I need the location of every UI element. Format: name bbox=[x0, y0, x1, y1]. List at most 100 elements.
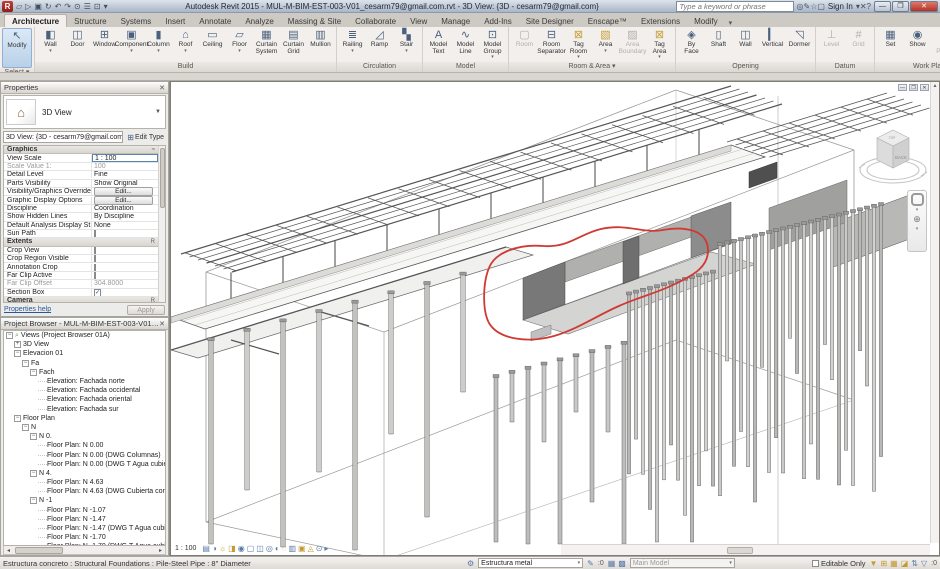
dropdown-arrow-icon[interactable]: ▾ bbox=[658, 55, 661, 59]
tab-analyze[interactable]: Analyze bbox=[238, 15, 280, 27]
dropdown-arrow-icon[interactable]: ▾ bbox=[130, 49, 133, 53]
tree-item-elevation-fachada-norte[interactable]: Elevation: Fachada norte bbox=[4, 377, 165, 386]
tab-insert[interactable]: Insert bbox=[158, 15, 192, 27]
collapse-icon[interactable]: − bbox=[30, 369, 37, 376]
tab-site-designer[interactable]: Site Designer bbox=[519, 15, 581, 27]
property-value[interactable] bbox=[92, 264, 158, 271]
door-button[interactable]: ◫Door bbox=[64, 28, 91, 49]
dropdown-arrow-icon[interactable]: ▾ bbox=[157, 49, 160, 53]
property-row-view-scale[interactable]: View Scale1 : 100 bbox=[4, 154, 158, 162]
component-button[interactable]: ▣Component▾ bbox=[118, 28, 145, 53]
view-close-button[interactable]: ✕ bbox=[920, 84, 929, 91]
switch-windows-icon[interactable]: ⊡ bbox=[93, 1, 102, 12]
property-value[interactable]: 100 bbox=[92, 163, 158, 170]
expand-icon[interactable]: + bbox=[14, 341, 21, 348]
tab-view[interactable]: View bbox=[403, 15, 434, 27]
property-row-sun-path[interactable]: Sun Path bbox=[4, 230, 158, 238]
collapse-icon[interactable]: − bbox=[22, 360, 29, 367]
restore-button[interactable]: ❐ bbox=[892, 1, 909, 12]
properties-scrollbar[interactable] bbox=[158, 146, 165, 302]
press-drag-icon[interactable]: ▼ bbox=[870, 559, 878, 568]
shaft-button[interactable]: ▯Shaft bbox=[705, 28, 732, 49]
thin-lines-icon[interactable]: ☰ bbox=[83, 1, 92, 12]
canvas-horizontal-scrollbar[interactable] bbox=[561, 544, 930, 555]
tree-item-fa[interactable]: −Fa bbox=[4, 359, 165, 368]
collapse-icon[interactable]: − bbox=[30, 433, 37, 440]
dropdown-arrow-icon[interactable]: ▾ bbox=[351, 49, 354, 53]
editable-only-checkbox[interactable] bbox=[812, 560, 819, 567]
property-checkbox[interactable] bbox=[94, 255, 96, 262]
temporary-hide-isolate-icon[interactable]: ◐ bbox=[275, 544, 280, 554]
set-button[interactable]: ▦Set bbox=[877, 28, 904, 49]
property-value[interactable]: 1 : 100 bbox=[92, 154, 158, 162]
ribbon-display-toggle-icon[interactable]: ▾ bbox=[729, 19, 733, 27]
property-row-scale-value-1-[interactable]: Scale Value 1:100 bbox=[4, 163, 158, 171]
tab-extensions[interactable]: Extensions bbox=[634, 15, 687, 27]
gray-inactive-icon[interactable]: ▩ bbox=[618, 559, 626, 568]
temporary-view-properties-icon[interactable]: ▣ bbox=[298, 544, 306, 554]
dropdown-arrow-icon[interactable]: ▾ bbox=[491, 55, 494, 59]
zoom-icon[interactable]: ⊕ bbox=[913, 214, 921, 225]
property-row-discipline[interactable]: DisciplineCoordination bbox=[4, 205, 158, 213]
property-value[interactable]: ✓ bbox=[92, 289, 158, 296]
tree-item-floor-plan-n-4-63[interactable]: Floor Plan: N 4.63 bbox=[4, 478, 165, 487]
drawing-area[interactable]: TOPBACK —❐✕ ▴ ▾ ⊕ ▾ 1 : 100 ▤◑☼◨◉▢◫◎◐◌▥▣… bbox=[170, 81, 940, 556]
sign-in-button[interactable]: Sign In bbox=[828, 2, 853, 11]
open-file-icon[interactable]: ▷ bbox=[24, 1, 32, 12]
property-row-graphic-display-options[interactable]: Graphic Display OptionsEdit... bbox=[4, 196, 158, 204]
dropdown-arrow-icon[interactable]: ▾ bbox=[184, 49, 187, 53]
type-selector[interactable]: ⌂ 3D View ▼ bbox=[3, 95, 166, 129]
worksets-dialog-icon[interactable]: ▦ bbox=[608, 559, 616, 568]
minimize-button[interactable]: — bbox=[874, 1, 891, 12]
steering-wheel-icon[interactable] bbox=[911, 193, 924, 206]
rendering-dialog-icon[interactable]: ◉ bbox=[238, 544, 245, 554]
collapse-icon[interactable]: − bbox=[6, 332, 13, 339]
collapse-icon[interactable]: − bbox=[22, 424, 29, 431]
sign-in-icon[interactable]: ▢ bbox=[817, 2, 825, 11]
filter-icon[interactable]: ▽ bbox=[921, 559, 927, 568]
edit-pinned-icon[interactable]: ▦ bbox=[890, 559, 898, 568]
design-option-selector[interactable]: Main Model▾ bbox=[630, 558, 735, 568]
property-value[interactable]: Show Original bbox=[92, 180, 158, 187]
exclude-options-icon[interactable]: ⊞ bbox=[880, 559, 887, 568]
dropdown-arrow-icon[interactable]: ▾ bbox=[238, 49, 241, 53]
tab-enscape-[interactable]: Enscape™ bbox=[581, 15, 634, 27]
shadows-icon[interactable]: ◨ bbox=[228, 544, 236, 554]
help-icon[interactable]: ? bbox=[867, 2, 871, 11]
ceiling-button[interactable]: ▭Ceiling bbox=[199, 28, 226, 49]
roof-button[interactable]: ⌂Roof▾ bbox=[172, 28, 199, 53]
measure-icon[interactable]: ⊙ bbox=[73, 1, 82, 12]
modify-button[interactable]: ↖Modify bbox=[2, 28, 32, 68]
tree-item-elevation-fachada-occidental[interactable]: Elevation: Fachada occidental bbox=[4, 386, 165, 395]
help-search-input[interactable] bbox=[676, 1, 794, 12]
project-browser-close-icon[interactable]: ✕ bbox=[159, 320, 165, 328]
tree-item-floor-plan-n-1-47[interactable]: Floor Plan: N -1.47 bbox=[4, 515, 165, 524]
property-value[interactable]: Fine bbox=[92, 171, 158, 178]
detail-level-icon[interactable]: ▤ bbox=[202, 544, 210, 554]
floor-button[interactable]: ▱Floor▾ bbox=[226, 28, 253, 53]
collapse-icon[interactable]: − bbox=[14, 350, 21, 357]
tree-item-n-4-[interactable]: −N 4. bbox=[4, 469, 165, 478]
close-button[interactable]: ✕ bbox=[910, 1, 938, 12]
scroll-up-icon[interactable]: ▴ bbox=[931, 82, 939, 91]
tree-item-floor-plan-n-0-00[interactable]: Floor Plan: N 0.00 bbox=[4, 441, 165, 450]
property-checkbox[interactable] bbox=[94, 230, 96, 237]
redo-icon[interactable]: ↷ bbox=[63, 1, 72, 12]
tree-item-n-0-[interactable]: −N 0. bbox=[4, 432, 165, 441]
sync-with-central-icon[interactable]: ↻ bbox=[44, 1, 53, 12]
dormer-button[interactable]: ◹Dormer bbox=[786, 28, 813, 49]
property-row-crop-view[interactable]: Crop View bbox=[4, 247, 158, 255]
type-selector-dropdown-icon[interactable]: ▼ bbox=[155, 109, 163, 115]
property-value[interactable]: None bbox=[92, 222, 158, 229]
tab-add-ins[interactable]: Add-Ins bbox=[477, 15, 519, 27]
tree-item-views-project-browser-01a-[interactable]: −⌕Views (Project Browser 01A) bbox=[4, 331, 165, 340]
select-links-icon[interactable]: ⇅ bbox=[911, 559, 918, 568]
property-checkbox[interactable] bbox=[94, 272, 96, 279]
model-group-button[interactable]: ⊡Model Group▾ bbox=[479, 28, 506, 59]
active-workset-selector[interactable]: Estructura metal▾ bbox=[478, 558, 583, 568]
tree-item-elevacion-01[interactable]: −Elevacion 01 bbox=[4, 349, 165, 358]
tree-item-elevation-fachada-oriental[interactable]: Elevation: Fachada oriental bbox=[4, 395, 165, 404]
tab-structure[interactable]: Structure bbox=[67, 15, 113, 27]
navigation-bar[interactable]: ▾ ⊕ ▾ bbox=[907, 190, 927, 252]
edit-button[interactable]: Edit... bbox=[94, 196, 153, 205]
